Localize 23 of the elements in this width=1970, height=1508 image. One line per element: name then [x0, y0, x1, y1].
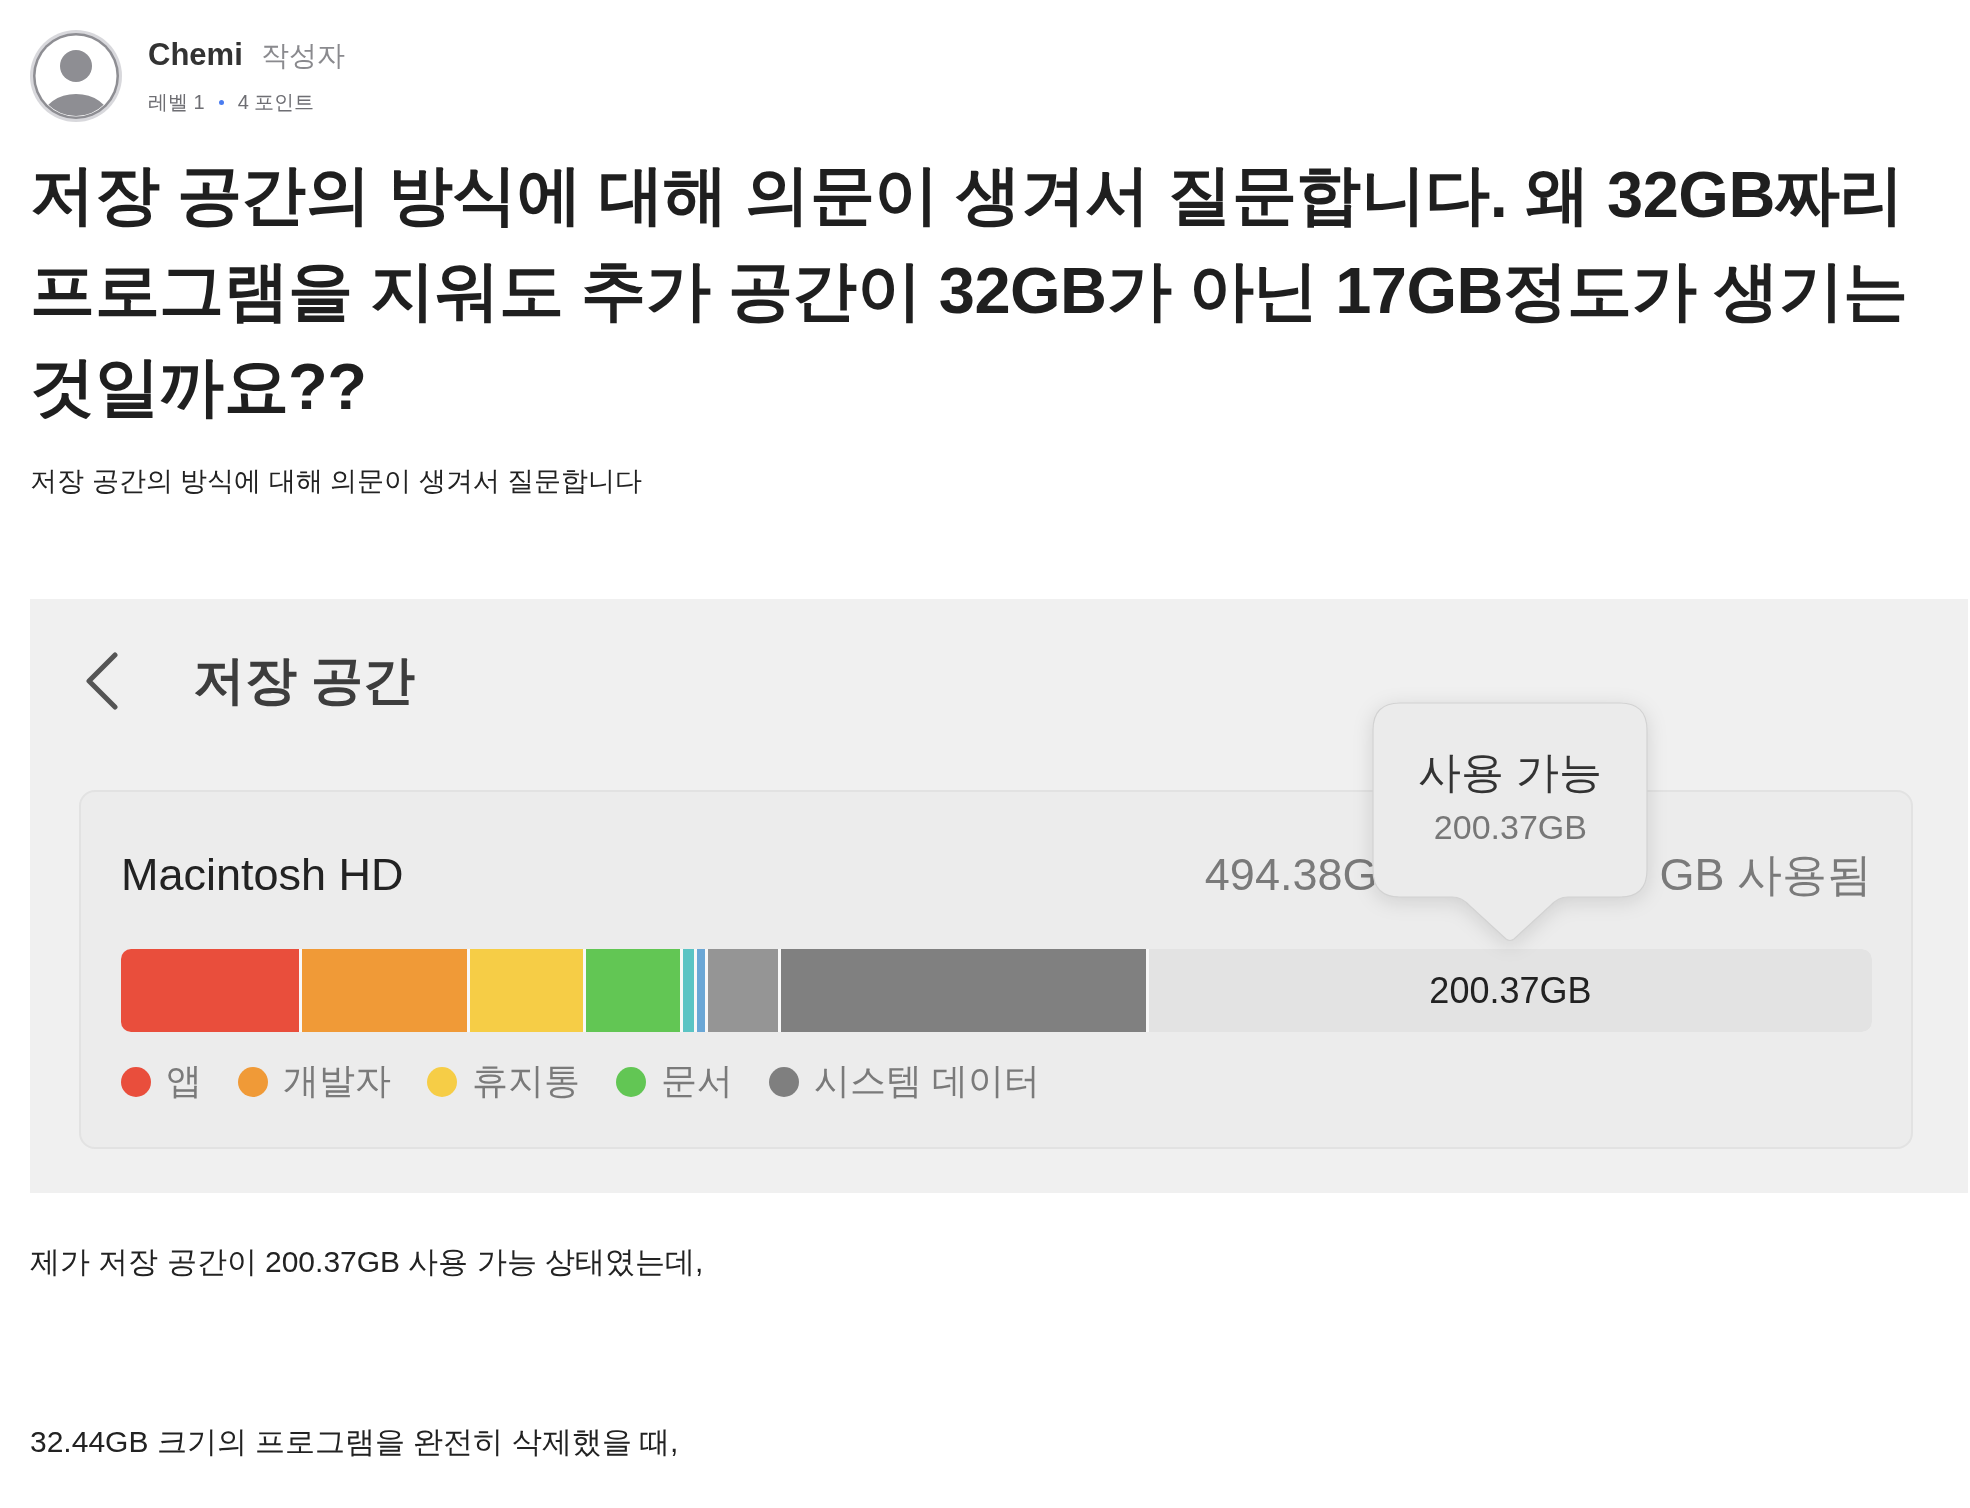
post-summary: 저장 공간의 방식에 대해 의문이 생겨서 질문합니다: [30, 465, 643, 498]
points-text: 4 포인트: [237, 89, 315, 115]
capacity-text: 494.38G: [1204, 849, 1378, 901]
legend-label: 휴지통: [472, 1059, 580, 1103]
screen-title: 저장 공간: [193, 650, 416, 711]
post-paragraph: 제가 저장 공간이 200.37GB 사용 가능 상태였는데,: [30, 1244, 705, 1280]
level-text: 레벨 1: [148, 89, 205, 115]
tooltip-title: 사용 가능: [1418, 747, 1603, 798]
legend-label: 개발자: [283, 1059, 391, 1103]
separator-dot-icon: [218, 99, 224, 105]
disk-name: Macintosh HD: [121, 849, 404, 901]
post-paragraph: 32.44GB 크기의 프로그램을 완전히 삭제했을 때,: [30, 1424, 680, 1460]
post-title: 저장 공간의 방식에 대해 의문이 생겨서 질문합니다. 왜 32GB짜리 프로그램을 지워도 추가 공간이 32GB가 아닌 17GB정도가 생기는 것일까요??: [30, 157, 1909, 425]
author-name: Chemi: [148, 36, 243, 73]
back-icon[interactable]: [85, 652, 119, 710]
legend-label: 문서: [661, 1059, 733, 1103]
used-text: GB 사용됨: [1659, 848, 1872, 902]
author-role: 작성자: [260, 38, 345, 73]
avatar-icon: [30, 30, 122, 122]
free-space-label: 200.37GB: [1429, 969, 1592, 1012]
tooltip-value: 200.37GB: [1433, 808, 1587, 847]
legend-label: 앱: [166, 1059, 202, 1103]
legend-label: 시스템 데이터: [814, 1059, 1040, 1103]
